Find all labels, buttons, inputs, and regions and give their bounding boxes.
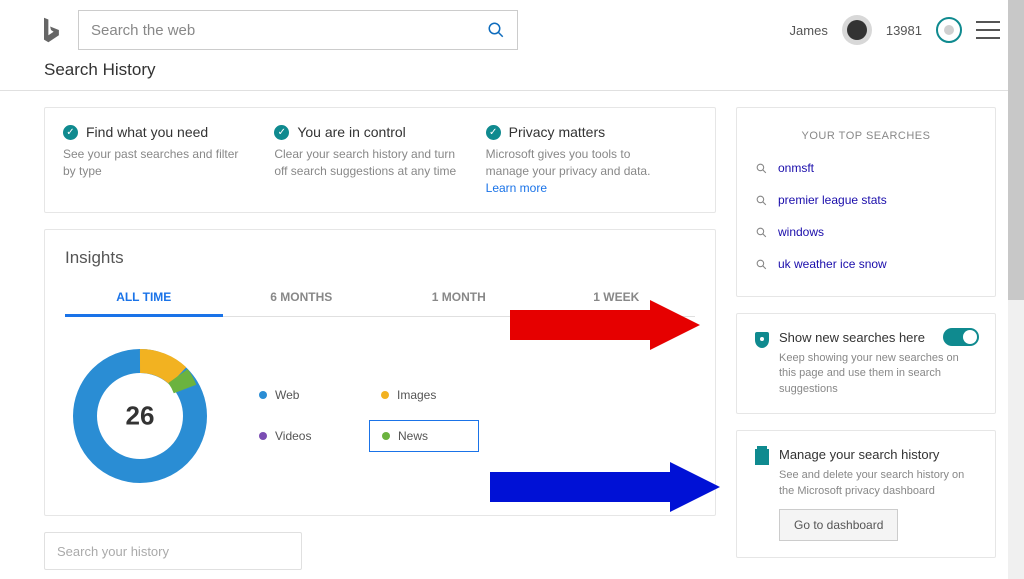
insights-donut-chart: 26 [65,341,215,491]
info-desc: Microsoft gives you tools to manage your… [486,146,677,196]
search-box[interactable] [78,10,518,50]
dot-icon [259,432,267,440]
chart-legend: Web Images Videos News [247,380,479,452]
info-title: You are in control [297,124,405,140]
user-name[interactable]: James [790,23,828,38]
header: James 13981 [0,0,1024,60]
info-desc: See your past searches and filter by typ… [63,146,254,180]
info-title: Privacy matters [509,124,605,140]
top-search-item[interactable]: onmsft [755,152,977,184]
rewards-icon[interactable] [936,17,962,43]
top-searches-title: YOUR TOP SEARCHES [755,124,977,152]
info-item-control: ✓ You are in control Clear your search hi… [274,124,485,196]
annotation-arrow-red [510,300,700,350]
info-desc: Clear your search history and turn off s… [274,146,465,180]
top-search-link[interactable]: windows [778,225,824,239]
top-search-link[interactable]: onmsft [778,161,814,175]
avatar[interactable] [842,15,872,45]
annotation-arrow-blue [490,462,720,512]
learn-more-link[interactable]: Learn more [486,181,547,195]
points-count[interactable]: 13981 [886,23,922,38]
check-icon: ✓ [274,125,289,140]
top-searches-card: YOUR TOP SEARCHES onmsft premier league … [736,107,996,297]
header-right: James 13981 [790,15,1000,45]
insights-title: Insights [65,248,695,268]
top-search-link[interactable]: uk weather ice snow [778,257,887,271]
manage-history-card: Manage your search history See and delet… [736,430,996,558]
top-search-item[interactable]: windows [755,216,977,248]
dot-icon [259,391,267,399]
tab-all-time[interactable]: ALL TIME [65,280,223,317]
dot-icon [382,432,390,440]
search-icon [755,162,768,175]
legend-web[interactable]: Web [247,380,357,410]
search-icon[interactable] [487,21,505,39]
search-input[interactable] [91,22,487,39]
search-icon [755,194,768,207]
top-search-item[interactable]: premier league stats [755,184,977,216]
manage-title: Manage your search history [779,447,977,462]
info-item-privacy: ✓ Privacy matters Microsoft gives you too… [486,124,697,196]
manage-desc: See and delete your search history on th… [779,468,977,499]
toggle-desc: Keep showing your new searches on this p… [779,351,977,397]
history-section: TODAY [44,532,716,579]
trash-icon [755,449,769,465]
page-title: Search History [0,60,1024,90]
show-searches-card: Show new searches here Keep showing your… [736,313,996,414]
check-icon: ✓ [63,125,78,140]
legend-images[interactable]: Images [369,380,479,410]
shield-icon [755,332,769,348]
scrollbar[interactable] [1008,0,1024,579]
hamburger-menu-icon[interactable] [976,21,1000,39]
go-to-dashboard-button[interactable]: Go to dashboard [779,509,898,541]
tab-6-months[interactable]: 6 MONTHS [223,280,381,316]
history-search-input[interactable] [44,532,302,570]
check-icon: ✓ [486,125,501,140]
top-search-item[interactable]: uk weather ice snow [755,248,977,280]
scrollbar-thumb[interactable] [1008,0,1024,300]
info-title: Find what you need [86,124,208,140]
info-item-find: ✓ Find what you need See your past search… [63,124,274,196]
show-searches-toggle[interactable] [943,328,979,346]
search-icon [755,258,768,271]
info-banner: ✓ Find what you need See your past search… [44,107,716,213]
top-search-link[interactable]: premier league stats [778,193,887,207]
legend-videos[interactable]: Videos [247,420,357,452]
bing-logo[interactable] [40,16,62,44]
dot-icon [381,391,389,399]
legend-news[interactable]: News [369,420,479,452]
search-icon [755,226,768,239]
donut-total: 26 [126,401,155,432]
